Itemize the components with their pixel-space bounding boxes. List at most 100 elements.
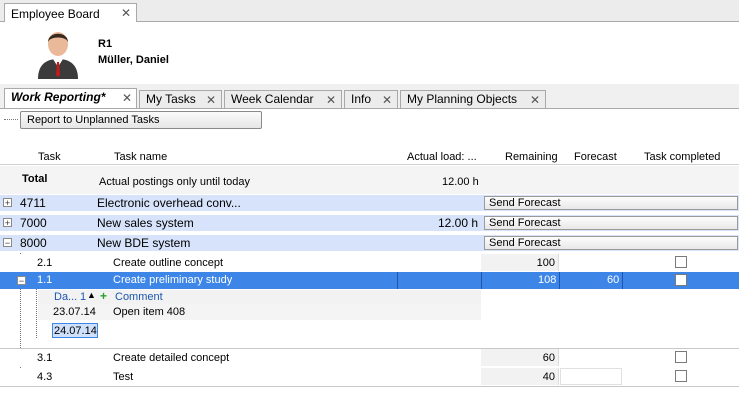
- tab-employee-board[interactable]: Employee Board ✕: [4, 3, 137, 23]
- button-label: Report to Unplanned Tasks: [27, 114, 160, 126]
- task-name: Test: [113, 371, 134, 383]
- col-forecast[interactable]: Forecast: [574, 151, 617, 163]
- add-comment-icon[interactable]: +: [100, 289, 107, 303]
- forecast-cell[interactable]: [560, 368, 622, 385]
- group-name: New BDE system: [97, 236, 191, 250]
- group-task: 8000: [20, 236, 47, 250]
- group-row[interactable]: + 7000 New sales system 12.00 h Send For…: [0, 215, 739, 232]
- remaining-value[interactable]: 108: [538, 274, 556, 286]
- col-task-completed[interactable]: Task completed: [644, 151, 720, 163]
- collapse-icon[interactable]: −: [17, 276, 26, 286]
- button-label: Send Forecast: [489, 197, 561, 209]
- close-icon[interactable]: ✕: [382, 94, 392, 106]
- employee-name: Müller, Daniel: [98, 54, 169, 66]
- task-name: Create preliminary study: [113, 274, 233, 286]
- send-forecast-button[interactable]: Send Forecast: [484, 236, 738, 250]
- group-task: 7000: [20, 216, 47, 230]
- remaining-value: 40: [542, 371, 555, 383]
- tab-week-calendar[interactable]: Week Calendar ✕: [224, 90, 342, 108]
- employee-header: [0, 22, 739, 84]
- forecast-cell[interactable]: [560, 254, 622, 271]
- group-row[interactable]: + 4711 Electronic overhead conv... Send …: [0, 195, 739, 212]
- task-completed-checkbox[interactable]: [675, 370, 687, 382]
- avatar: [38, 32, 78, 79]
- remaining-value: 60: [542, 352, 555, 364]
- col-actual-load[interactable]: Actual load: ...: [407, 151, 477, 163]
- group-row[interactable]: − 8000 New BDE system Send Forecast: [0, 235, 739, 252]
- forecast-value[interactable]: 60: [607, 274, 619, 286]
- comment-date: 23.07.14: [53, 306, 96, 318]
- row-separator: [0, 386, 739, 387]
- grid-header: Task Task name Actual load: ... Remainin…: [0, 150, 739, 165]
- column-separator: [481, 272, 482, 289]
- new-comment-row[interactable]: 24.07.14: [38, 322, 481, 339]
- close-icon[interactable]: ✕: [121, 7, 131, 19]
- task-row-selected[interactable]: − 1.1 Create preliminary study 108 60: [0, 272, 739, 289]
- col-task-name[interactable]: Task name: [114, 151, 167, 163]
- tab-employee-board-label: Employee Board: [11, 7, 100, 21]
- comment-date-editor[interactable]: 24.07.14: [52, 323, 98, 338]
- remaining-cell[interactable]: 100: [481, 254, 559, 271]
- task-row[interactable]: 4.3 Test 40: [0, 368, 739, 386]
- button-label: Send Forecast: [489, 237, 561, 249]
- group-task: 4711: [20, 196, 46, 210]
- button-label: Send Forecast: [489, 217, 561, 229]
- col-comment-text[interactable]: Comment: [115, 291, 163, 303]
- task-completed-checkbox[interactable]: [675, 256, 687, 268]
- column-separator: [559, 272, 560, 289]
- col-remaining[interactable]: Remaining: [505, 151, 558, 163]
- group-name: Electronic overhead conv...: [97, 196, 241, 210]
- tree-line: [36, 289, 37, 338]
- group-actual: 12.00 h: [438, 216, 479, 230]
- close-icon[interactable]: ✕: [122, 92, 132, 104]
- column-separator: [622, 272, 623, 289]
- total-note: Actual postings only until today: [99, 176, 251, 188]
- employee-id: R1: [98, 38, 113, 50]
- tab-label: Week Calendar: [231, 92, 314, 106]
- remaining-cell[interactable]: 60: [481, 349, 559, 366]
- task-id: 1.1: [37, 274, 53, 286]
- close-icon[interactable]: ✕: [206, 94, 216, 106]
- task-row[interactable]: 3.1 Create detailed concept 60: [0, 349, 739, 367]
- collapse-icon[interactable]: −: [3, 238, 12, 248]
- remaining-cell[interactable]: 40: [481, 368, 559, 385]
- send-forecast-button[interactable]: Send Forecast: [484, 196, 738, 210]
- expand-icon[interactable]: +: [3, 198, 12, 208]
- col-comment-sort[interactable]: 1: [80, 291, 86, 303]
- col-task[interactable]: Task: [38, 151, 61, 163]
- close-icon[interactable]: ✕: [326, 94, 336, 106]
- tab-my-tasks[interactable]: My Tasks ✕: [139, 90, 222, 108]
- task-completed-checkbox[interactable]: [675, 351, 687, 363]
- total-label: Total: [22, 173, 48, 185]
- group-name: New sales system: [97, 216, 194, 230]
- comments-header: Da... 1 ▲ + Comment: [38, 289, 481, 304]
- task-completed-checkbox[interactable]: [675, 274, 687, 286]
- tab-label: Info: [351, 92, 372, 106]
- expand-icon[interactable]: +: [3, 218, 12, 228]
- total-row: Total Actual postings only until today 1…: [0, 166, 739, 194]
- task-name: Create outline concept: [113, 257, 224, 269]
- tab-work-reporting[interactable]: Work Reporting* ✕: [4, 88, 137, 109]
- report-unplanned-tasks-button[interactable]: Report to Unplanned Tasks: [20, 111, 262, 129]
- tab-label: Work Reporting*: [11, 90, 106, 104]
- remaining-value: 100: [536, 257, 555, 269]
- comment-date-edit-value: 24.07.14: [54, 325, 97, 337]
- send-forecast-button[interactable]: Send Forecast: [484, 216, 738, 230]
- tab-my-planning-objects[interactable]: My Planning Objects ✕: [400, 90, 546, 108]
- toolbar-grip: [4, 119, 18, 120]
- col-comment-date[interactable]: Da...: [54, 291, 77, 303]
- close-icon[interactable]: ✕: [530, 94, 540, 106]
- tab-info[interactable]: Info ✕: [344, 90, 398, 108]
- column-separator: [397, 272, 398, 289]
- task-name: Create detailed concept: [113, 352, 230, 364]
- total-actual: 12.00 h: [442, 176, 479, 188]
- task-id: 3.1: [37, 352, 53, 364]
- task-id: 2.1: [37, 257, 53, 269]
- task-id: 4.3: [37, 371, 53, 383]
- comment-row[interactable]: 23.07.14 Open item 408: [38, 304, 481, 321]
- task-row[interactable]: 2.1 Create outline concept 100: [0, 254, 739, 272]
- tab-label: My Tasks: [146, 92, 196, 106]
- comment-text: Open item 408: [113, 306, 186, 318]
- tab-label: My Planning Objects: [407, 92, 518, 106]
- sort-asc-icon[interactable]: ▲: [87, 290, 96, 300]
